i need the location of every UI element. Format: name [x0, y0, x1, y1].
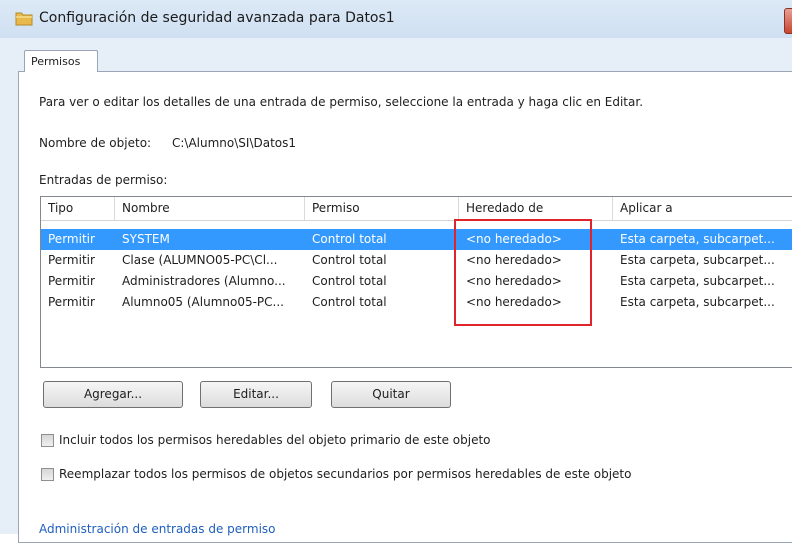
cell-tipo: Permitir [48, 274, 95, 288]
add-button[interactable]: Agregar... [43, 381, 183, 408]
tab-permisos[interactable]: Permisos [24, 50, 98, 72]
table-row[interactable]: Permitir Alumno05 (Alumno05-PC... Contro… [41, 292, 792, 313]
entries-label: Entradas de permiso: [39, 173, 168, 187]
cell-nombre: Administradores (Alumno... [122, 274, 286, 288]
column-header-aplicar[interactable]: Aplicar a [613, 197, 792, 220]
include-inheritable-label: Incluir todos los permisos heredables de… [59, 433, 491, 447]
remove-button[interactable]: Quitar [331, 381, 451, 408]
permissions-panel: Para ver o editar los detalles de una en… [18, 71, 792, 543]
table-row[interactable]: Permitir SYSTEM Control total <no hereda… [41, 229, 792, 250]
cell-permiso: Control total [312, 232, 387, 246]
edit-button[interactable]: Editar... [200, 381, 312, 408]
list-header: Tipo Nombre Permiso Heredado de Aplicar … [41, 197, 792, 221]
object-name-label: Nombre de objeto: [39, 136, 152, 150]
cell-nombre: SYSTEM [122, 232, 170, 246]
column-header-nombre[interactable]: Nombre [115, 197, 305, 220]
permission-entries-list[interactable]: Tipo Nombre Permiso Heredado de Aplicar … [40, 196, 792, 368]
tab-permisos-label: Permisos [31, 55, 81, 68]
cell-tipo: Permitir [48, 232, 95, 246]
replace-child-permissions-checkbox[interactable] [41, 468, 54, 481]
folder-icon [15, 12, 33, 26]
cell-permiso: Control total [312, 253, 387, 267]
replace-child-permissions-label: Reemplazar todos los permisos de objetos… [59, 467, 632, 481]
cell-tipo: Permitir [48, 253, 95, 267]
include-inheritable-checkbox[interactable] [41, 434, 54, 447]
cell-permiso: Control total [312, 295, 387, 309]
cell-aplicar: Esta carpeta, subcarpet... [620, 295, 775, 309]
column-header-permiso[interactable]: Permiso [305, 197, 459, 220]
table-row[interactable]: Permitir Administradores (Alumno... Cont… [41, 271, 792, 292]
cell-permiso: Control total [312, 274, 387, 288]
cell-nombre: Clase (ALUMNO05-PC\Cl... [122, 253, 278, 267]
cell-aplicar: Esta carpeta, subcarpet... [620, 274, 775, 288]
table-row[interactable]: Permitir Clase (ALUMNO05-PC\Cl... Contro… [41, 250, 792, 271]
window-title: Configuración de seguridad avanzada para… [39, 10, 395, 26]
close-button[interactable] [784, 8, 792, 34]
highlight-box [454, 219, 592, 326]
title-bar: Configuración de seguridad avanzada para… [0, 0, 792, 38]
object-name-value: C:\Alumno\SI\Datos1 [172, 136, 297, 150]
column-header-tipo[interactable]: Tipo [41, 197, 115, 220]
instructions-text: Para ver o editar los detalles de una en… [39, 95, 644, 109]
column-header-heredado[interactable]: Heredado de [459, 197, 613, 220]
cell-aplicar: Esta carpeta, subcarpet... [620, 253, 775, 267]
cell-nombre: Alumno05 (Alumno05-PC... [122, 295, 284, 309]
cell-tipo: Permitir [48, 295, 95, 309]
cell-aplicar: Esta carpeta, subcarpet... [620, 232, 775, 246]
